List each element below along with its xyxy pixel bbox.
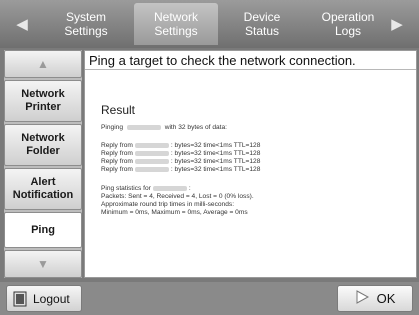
settings-sidebar: ▲ Network Printer Network Folder Alert N… [4,50,82,278]
pinging-suffix: with 32 bytes of data: [164,124,227,131]
ping-reply-line: Reply from : bytes=32 time<1ms TTL=128 [101,158,260,165]
prev-tab-icon[interactable]: ◀ [0,0,44,48]
tab-label-line2: Settings [64,24,108,38]
logout-label: Logout [33,291,70,306]
ping-output-pinging: Pinging with 32 bytes of data: [101,124,227,131]
triangle-up-icon: ▲ [37,56,49,71]
scroll-down-button[interactable]: ▼ [4,250,82,278]
top-tab-bar: ◀ System Settings Network Settings Devic… [0,0,419,48]
ping-reply-line: Reply from : bytes=32 time<1ms TTL=128 [101,166,260,173]
tab-label-line1: Network [153,10,198,24]
tab-system-settings[interactable]: System Settings [44,3,128,45]
sidebar-item-alert-notification[interactable]: Alert Notification [4,168,82,210]
tab-device-status[interactable]: Device Status [220,3,304,45]
bottom-bar: Logout OK [0,282,419,315]
sidebar-item-label: Alert Notification [12,176,74,201]
reply-suffix: : bytes=32 time<1ms TTL=128 [170,150,261,157]
sidebar-item-network-folder[interactable]: Network Folder [4,124,82,166]
tab-network-settings[interactable]: Network Settings [134,3,218,45]
play-triangle-icon [355,290,369,307]
logout-button[interactable]: Logout [6,285,82,312]
redacted-ip [134,150,169,156]
ok-button[interactable]: OK [337,285,413,312]
reply-prefix: Reply from [101,142,133,149]
divider [85,69,416,70]
sidebar-item-network-printer[interactable]: Network Printer [4,80,82,122]
redacted-ip [152,185,187,191]
redacted-ip [134,166,169,172]
tab-label-line1: System [65,10,106,24]
ping-statistics-line: Ping statistics for: [101,185,191,192]
reply-suffix: : bytes=32 time<1ms TTL=128 [170,166,261,173]
stats-suffix: : [188,185,191,192]
reply-prefix: Reply from [101,150,133,157]
triangle-down-icon: ▼ [37,256,49,271]
sidebar-item-label: Network Folder [21,132,65,157]
sidebar-item-label: Ping [31,223,55,236]
ping-reply-line: Reply from : bytes=32 time<1ms TTL=128 [101,150,260,157]
ping-panel: Ping a target to check the network conne… [84,50,417,278]
redacted-ip [134,158,169,164]
sidebar-item-ping[interactable]: Ping [4,212,82,248]
tab-label-line1: Operation [321,10,375,24]
reply-suffix: : bytes=32 time<1ms TTL=128 [170,142,261,149]
result-title: Result [101,103,136,117]
screen-frame: ◀ System Settings Network Settings Devic… [0,0,419,315]
sidebar-item-label: Network Printer [21,88,65,113]
instruction-text: Ping a target to check the network conne… [89,53,356,68]
tab-label-line2: Logs [334,24,362,38]
stats-prefix: Ping statistics for [101,185,151,192]
tab-label-line2: Settings [154,24,198,38]
logout-door-icon [13,291,27,307]
redacted-ip [126,124,161,130]
pinging-prefix: Pinging [101,124,123,131]
tab-label-line1: Device [243,10,281,24]
ping-packets-line: Packets: Sent = 4, Received = 4, Lost = … [101,193,254,200]
tab-label-line2: Status [244,24,280,38]
reply-prefix: Reply from [101,158,133,165]
ok-label: OK [376,291,396,306]
reply-suffix: : bytes=32 time<1ms TTL=128 [170,158,261,165]
scroll-up-button[interactable]: ▲ [4,50,82,78]
redacted-ip [134,142,169,148]
ping-minmax-line: Minimum = 0ms, Maximum = 0ms, Average = … [101,209,248,216]
reply-prefix: Reply from [101,166,133,173]
ping-approx-line: Approximate round trip times in milli-se… [101,201,235,208]
next-tab-icon[interactable]: ▶ [375,0,419,48]
ping-reply-line: Reply from : bytes=32 time<1ms TTL=128 [101,142,260,149]
